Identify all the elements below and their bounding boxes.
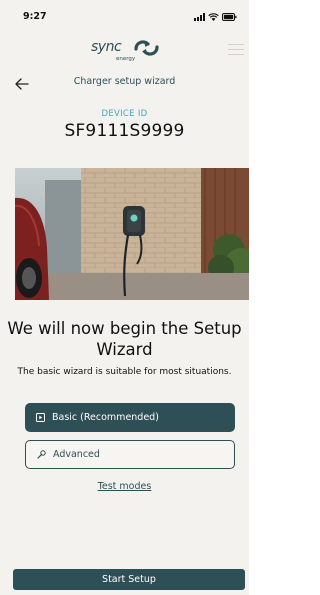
advanced-wizard-button[interactable]: Advanced: [25, 440, 235, 469]
wifi-icon: [208, 13, 219, 21]
test-modes-link[interactable]: Test modes: [0, 481, 249, 492]
charger-hero-image: [15, 168, 249, 300]
play-square-icon: [36, 413, 45, 422]
battery-icon: [222, 13, 237, 21]
start-setup-button[interactable]: Start Setup: [13, 569, 245, 590]
status-time: 9:27: [23, 11, 47, 22]
setup-headline: We will now begin the Setup Wizard: [7, 319, 242, 359]
basic-wizard-button[interactable]: Basic (Recommended): [25, 403, 235, 432]
status-icons: [194, 12, 237, 21]
device-id-label: DEVICE ID: [101, 109, 148, 119]
status-bar: 9:27: [0, 0, 249, 30]
signal-icon: [194, 13, 205, 21]
device-id-value: SF9111S9999: [64, 121, 185, 141]
app-screen: 9:27 sync energy Charger setup wizard DE…: [0, 0, 249, 595]
svg-text:energy: energy: [116, 56, 136, 62]
svg-text:sync: sync: [91, 39, 122, 55]
setup-subtext: The basic wizard is suitable for most si…: [17, 367, 232, 377]
basic-wizard-label: Basic (Recommended): [52, 412, 159, 423]
sync-energy-logo: sync energy: [86, 36, 166, 62]
wrench-icon: [37, 450, 46, 459]
hamburger-menu-icon[interactable]: [228, 44, 244, 56]
screen-title: Charger setup wizard: [73, 76, 176, 87]
advanced-wizard-label: Advanced: [53, 449, 100, 460]
